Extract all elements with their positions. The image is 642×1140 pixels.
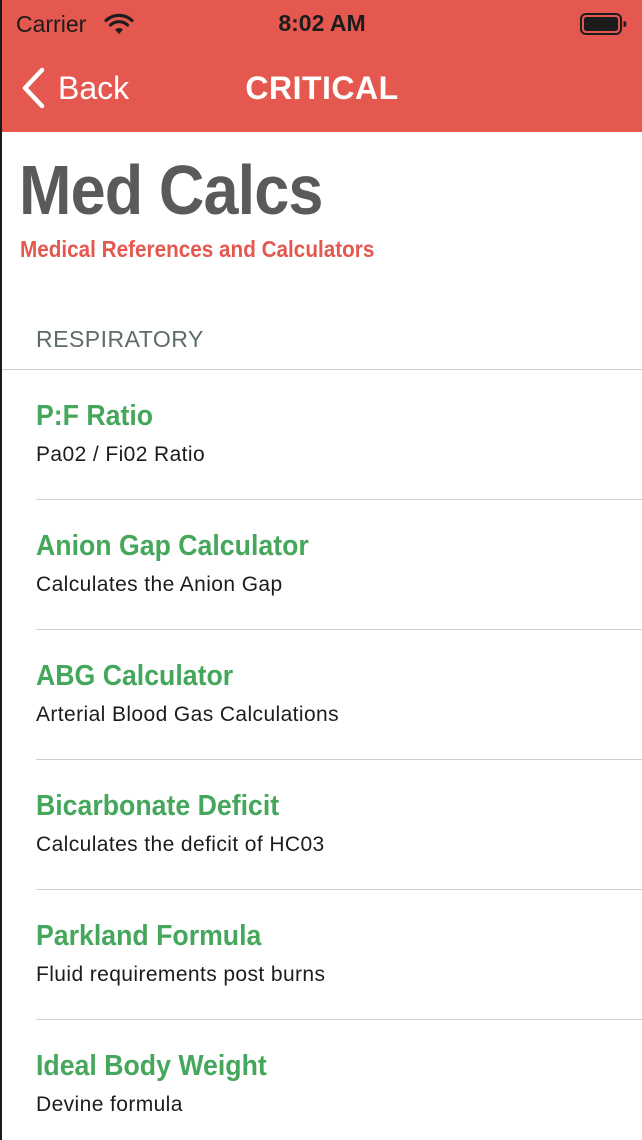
- app-title: Med Calcs: [19, 151, 323, 229]
- list-item-description: Fluid requirements post burns: [36, 963, 326, 986]
- list-item-description: Devine formula: [36, 1093, 183, 1116]
- list-item-title: Parkland Formula: [36, 920, 262, 952]
- screen: Carrier 8:02 AM Back CRITICAL Med Calcs …: [0, 0, 642, 1140]
- list-item-description: Calculates the Anion Gap: [36, 573, 283, 596]
- list-item-pf-ratio[interactable]: P:F Ratio Pa02 / Fi02 Ratio: [2, 370, 642, 500]
- list-item-title: Anion Gap Calculator: [36, 530, 309, 562]
- list-item-anion-gap[interactable]: Anion Gap Calculator Calculates the Anio…: [2, 500, 642, 630]
- nav-title: CRITICAL: [245, 70, 399, 106]
- calculator-list: P:F Ratio Pa02 / Fi02 Ratio Anion Gap Ca…: [2, 370, 642, 1140]
- list-item-title: Ideal Body Weight: [36, 1050, 267, 1082]
- list-item-ideal-body-weight[interactable]: Ideal Body Weight Devine formula: [2, 1020, 642, 1140]
- list-item-title: Bicarbonate Deficit: [36, 790, 280, 822]
- list-item-title: ABG Calculator: [36, 660, 234, 692]
- list-item-bicarbonate-deficit[interactable]: Bicarbonate Deficit Calculates the defic…: [2, 760, 642, 890]
- list-item-parkland-formula[interactable]: Parkland Formula Fluid requirements post…: [2, 890, 642, 1020]
- list-item-description: Calculates the deficit of HC03: [36, 833, 325, 856]
- battery-icon: [580, 13, 627, 35]
- section-header-respiratory: RESPIRATORY: [36, 326, 204, 352]
- app-subtitle: Medical References and Calculators: [20, 236, 375, 262]
- header-bar: Carrier 8:02 AM Back CRITICAL: [2, 0, 642, 132]
- list-item-abg-calculator[interactable]: ABG Calculator Arterial Blood Gas Calcul…: [2, 630, 642, 760]
- list-item-title: P:F Ratio: [36, 400, 154, 432]
- status-time: 8:02 AM: [278, 10, 366, 36]
- navigation-bar: Back CRITICAL: [2, 48, 642, 132]
- status-bar: Carrier 8:02 AM: [2, 0, 642, 48]
- list-item-description: Pa02 / Fi02 Ratio: [36, 443, 206, 466]
- list-item-description: Arterial Blood Gas Calculations: [36, 703, 340, 726]
